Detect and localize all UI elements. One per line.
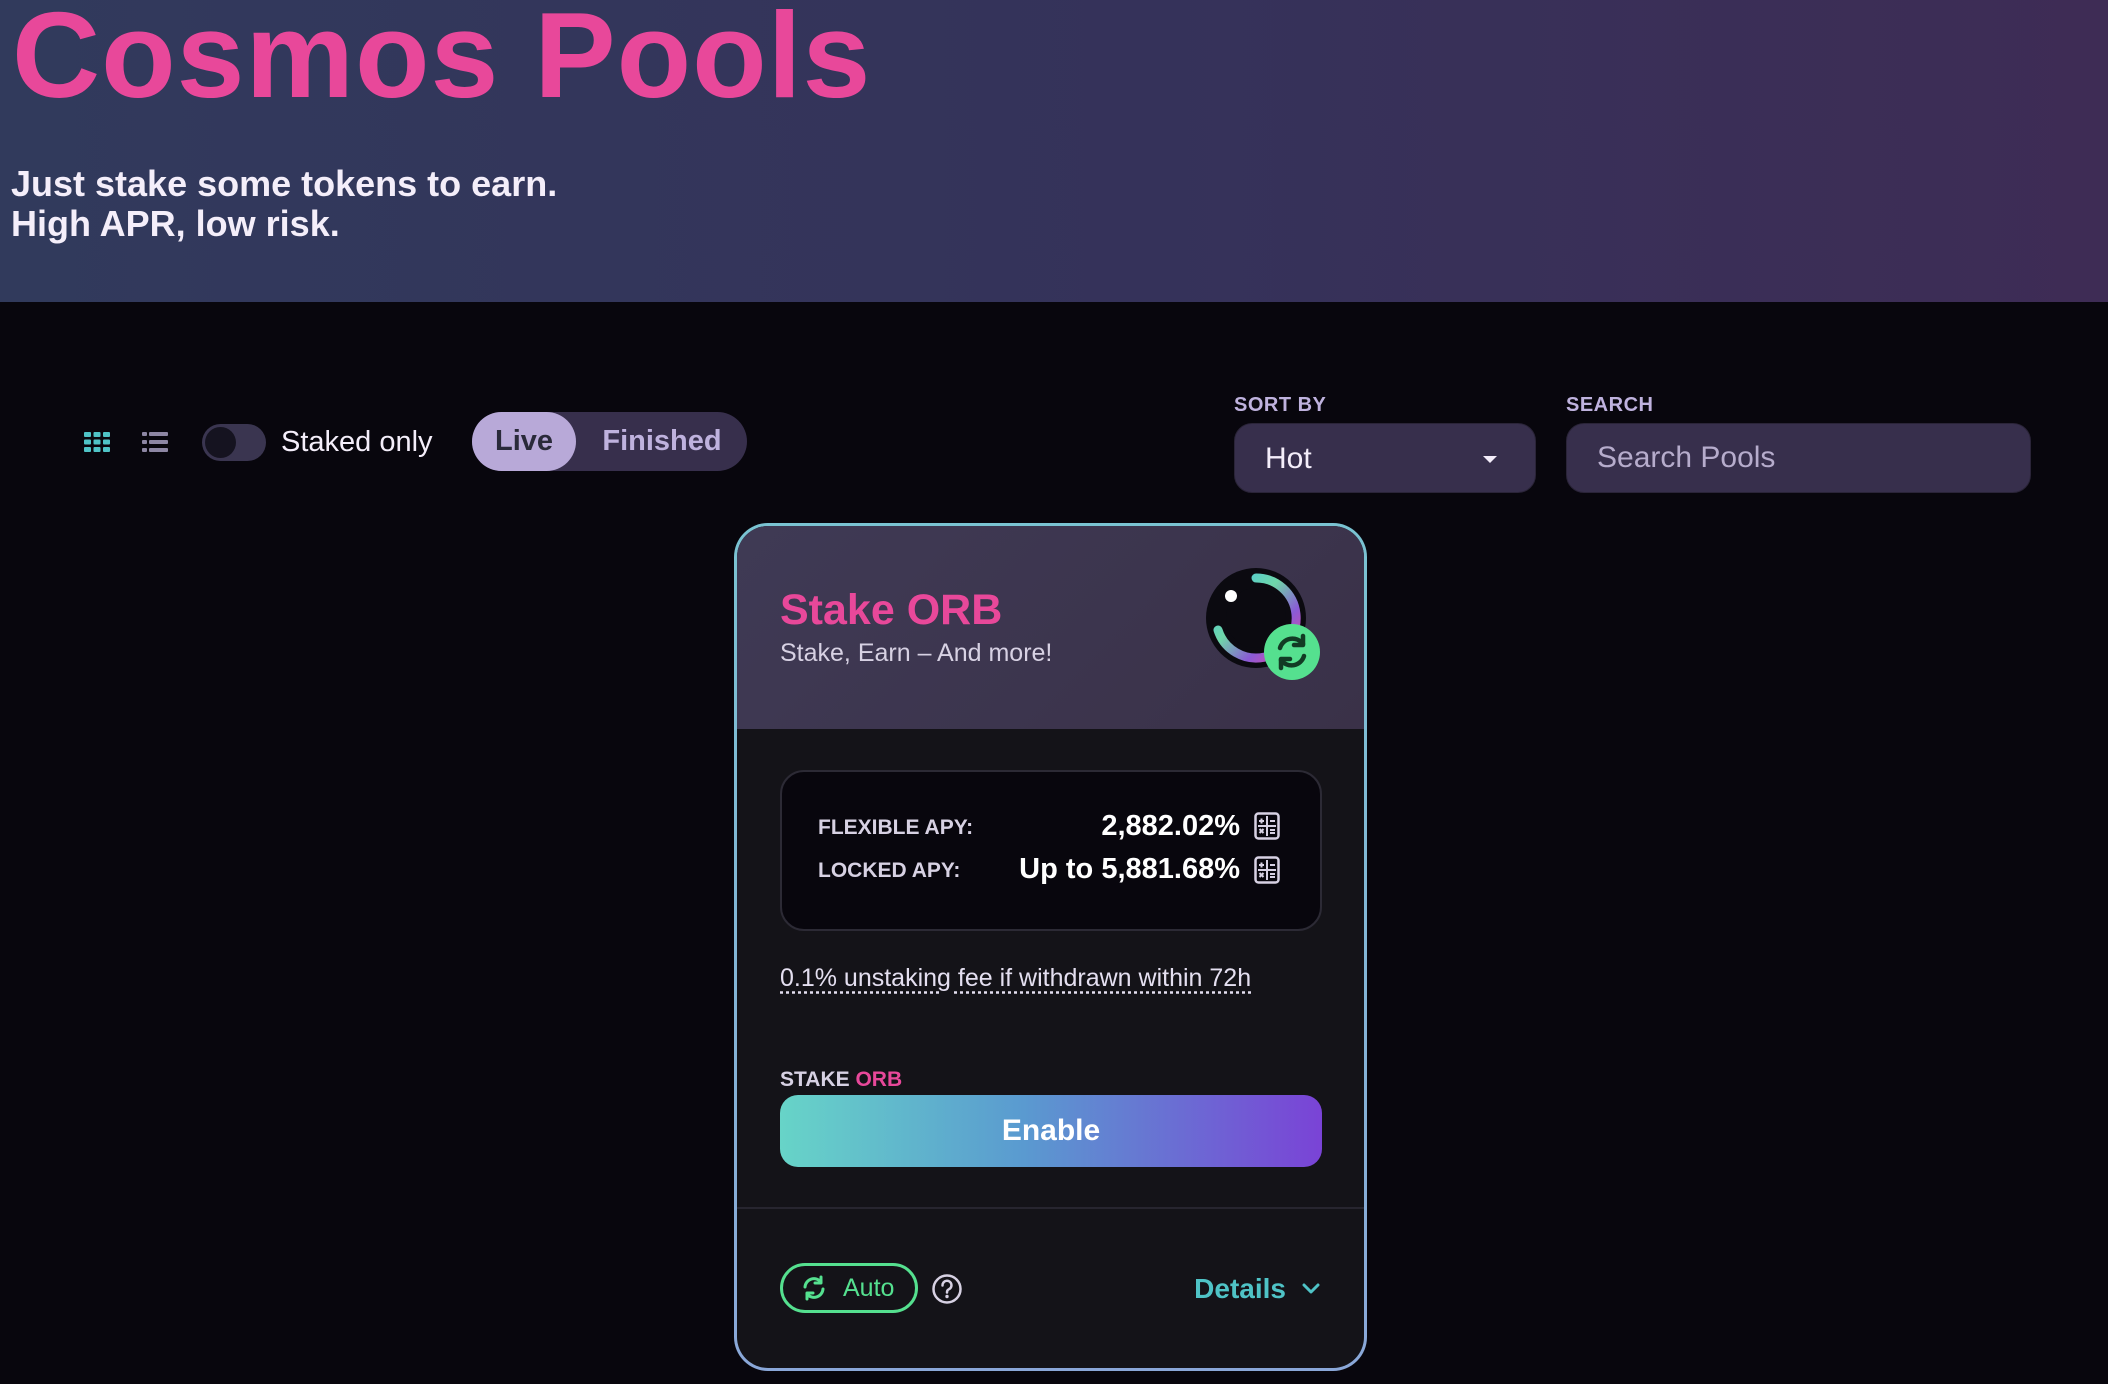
locked-apy-label: LOCKED APY: bbox=[818, 859, 961, 882]
page-hero: Cosmos Pools Just stake some tokens to e… bbox=[0, 0, 2108, 302]
pool-title: Stake ORB bbox=[780, 586, 1003, 634]
live-finished-tabs: Live Finished bbox=[472, 412, 747, 471]
search-input[interactable] bbox=[1566, 423, 2031, 493]
apy-box: FLEXIBLE APY: 2,882.02% LOCKED APY: Up t… bbox=[780, 770, 1322, 931]
pool-card-header: Stake ORB Stake, Earn – And more! bbox=[737, 526, 1364, 729]
stake-token-name: ORB bbox=[855, 1068, 903, 1091]
locked-apy-value: Up to 5,881.68% bbox=[1019, 853, 1240, 885]
auto-compound-tag: Auto bbox=[780, 1263, 918, 1313]
sort-select-value: Hot bbox=[1265, 442, 1312, 475]
page-title: Cosmos Pools bbox=[12, 0, 872, 123]
tab-live[interactable]: Live bbox=[472, 412, 576, 471]
sort-select[interactable]: Hot bbox=[1234, 423, 1536, 493]
flexible-apy-label: FLEXIBLE APY: bbox=[818, 816, 974, 839]
caret-down-icon bbox=[1483, 456, 1497, 463]
stake-token-label: STAKE ORB bbox=[780, 1068, 902, 1092]
unstaking-fee-note[interactable]: 0.1% unstaking fee if withdrawn within 7… bbox=[780, 964, 1251, 993]
auto-tag-label: Auto bbox=[843, 1274, 895, 1302]
staked-only-label: Staked only bbox=[281, 426, 433, 458]
pool-card: Stake ORB Stake, Earn – And more! FLEXIB… bbox=[734, 523, 1367, 1371]
chevron-down-icon bbox=[1302, 1283, 1320, 1294]
stake-label-prefix: STAKE bbox=[780, 1068, 850, 1091]
grid-view-icon[interactable] bbox=[83, 430, 111, 454]
card-divider bbox=[737, 1207, 1364, 1209]
page-subtitle-line-1: Just stake some tokens to earn. bbox=[11, 163, 558, 204]
calculator-icon[interactable] bbox=[1254, 812, 1280, 840]
page-subtitle-line-2: High APR, low risk. bbox=[11, 203, 340, 244]
page-subtitle: Just stake some tokens to earn. High APR… bbox=[11, 164, 557, 244]
details-toggle-button[interactable]: Details bbox=[1194, 1264, 1320, 1314]
refresh-icon bbox=[803, 1275, 825, 1301]
pool-card-body: Stake ORB Stake, Earn – And more! FLEXIB… bbox=[737, 526, 1364, 1368]
flexible-apy-value: 2,882.02% bbox=[1101, 810, 1240, 842]
list-view-icon[interactable] bbox=[141, 430, 169, 454]
toggle-knob bbox=[205, 427, 236, 458]
enable-button[interactable]: Enable bbox=[780, 1095, 1322, 1167]
search-label: SEARCH bbox=[1566, 394, 1654, 416]
pool-subtitle: Stake, Earn – And more! bbox=[780, 639, 1053, 667]
sort-by-label: SORT BY bbox=[1234, 394, 1327, 416]
orb-token-logo bbox=[1204, 566, 1322, 684]
details-label: Details bbox=[1194, 1273, 1286, 1304]
staked-only-toggle[interactable] bbox=[202, 424, 266, 461]
tab-finished[interactable]: Finished bbox=[582, 412, 742, 471]
calculator-icon[interactable] bbox=[1254, 856, 1280, 884]
help-circle-icon[interactable] bbox=[931, 1273, 963, 1305]
